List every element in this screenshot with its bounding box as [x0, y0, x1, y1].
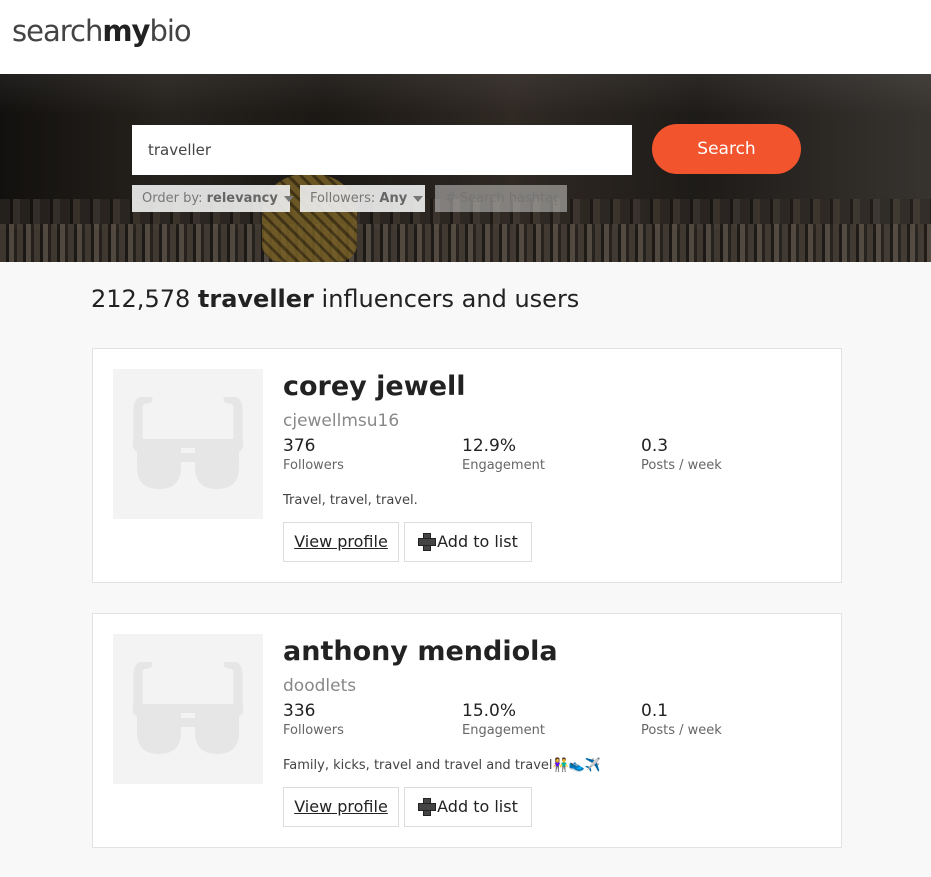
- logo-text-search: search: [12, 14, 103, 48]
- avatar[interactable]: [113, 369, 263, 519]
- followers-stat: 376 Followers: [283, 436, 453, 473]
- posts-stat: 0.3 Posts / week: [641, 436, 811, 473]
- posts-value: 0.3: [641, 436, 669, 456]
- engagement-label: Engagement: [462, 458, 545, 473]
- add-to-list-label: Add to list: [437, 797, 518, 816]
- followers-filter-value: Any: [379, 191, 408, 206]
- followers-stat: 336 Followers: [283, 701, 453, 738]
- engagement-label: Engagement: [462, 723, 545, 738]
- site-logo[interactable]: searchmybio: [12, 14, 192, 48]
- posts-value: 0.1: [641, 701, 669, 721]
- followers-label: Followers: [283, 723, 344, 738]
- posts-stat: 0.1 Posts / week: [641, 701, 811, 738]
- order-by-label: Order by:: [142, 191, 203, 206]
- view-profile-button[interactable]: View profile: [283, 522, 399, 562]
- profile-name[interactable]: anthony mendiola: [283, 636, 558, 667]
- caret-down-icon: [413, 195, 424, 202]
- followers-dropdown[interactable]: Followers: Any: [300, 185, 425, 212]
- engagement-value: 15.0%: [462, 701, 517, 721]
- add-to-list-button[interactable]: Add to list: [404, 787, 532, 827]
- followers-filter-label: Followers:: [310, 191, 376, 206]
- results-term: traveller: [197, 285, 314, 313]
- results-suffix: influencers and users: [321, 285, 580, 313]
- avatar[interactable]: [113, 634, 263, 784]
- results-heading: 212,578 traveller influencers and users: [91, 285, 579, 313]
- engagement-stat: 15.0% Engagement: [462, 701, 632, 738]
- engagement-stat: 12.9% Engagement: [462, 436, 632, 473]
- plus-icon: [418, 533, 437, 551]
- search-button[interactable]: Search: [652, 124, 801, 174]
- followers-value: 376: [283, 436, 316, 456]
- order-by-value: relevancy: [206, 191, 278, 206]
- order-by-dropdown[interactable]: Order by: relevancy: [132, 185, 294, 212]
- view-profile-button[interactable]: View profile: [283, 787, 399, 827]
- hashtag-search-input[interactable]: [435, 185, 567, 212]
- logo-text-bio: bio: [149, 14, 191, 48]
- profile-bio: Travel, travel, travel.: [283, 493, 418, 508]
- profile-handle: doodlets: [283, 676, 357, 696]
- plus-icon: [418, 798, 437, 816]
- posts-label: Posts / week: [641, 458, 722, 473]
- sunglasses-icon: [133, 397, 243, 489]
- result-card: corey jewell cjewellmsu16 376 Followers …: [92, 348, 842, 583]
- engagement-value: 12.9%: [462, 436, 517, 456]
- profile-handle: cjewellmsu16: [283, 411, 400, 431]
- followers-label: Followers: [283, 458, 344, 473]
- add-to-list-button[interactable]: Add to list: [404, 522, 532, 562]
- sunglasses-icon: [133, 662, 243, 754]
- posts-label: Posts / week: [641, 723, 722, 738]
- caret-down-icon: [283, 195, 294, 202]
- followers-value: 336: [283, 701, 316, 721]
- result-card: anthony mendiola doodlets 336 Followers …: [92, 613, 842, 848]
- logo-text-my: my: [102, 14, 150, 48]
- profile-name[interactable]: corey jewell: [283, 371, 466, 402]
- add-to-list-label: Add to list: [437, 532, 518, 551]
- profile-bio: Family, kicks, travel and travel and tra…: [283, 758, 602, 773]
- results-count: 212,578: [91, 285, 191, 313]
- search-input[interactable]: [132, 125, 632, 175]
- site-header: searchmybio: [0, 0, 931, 74]
